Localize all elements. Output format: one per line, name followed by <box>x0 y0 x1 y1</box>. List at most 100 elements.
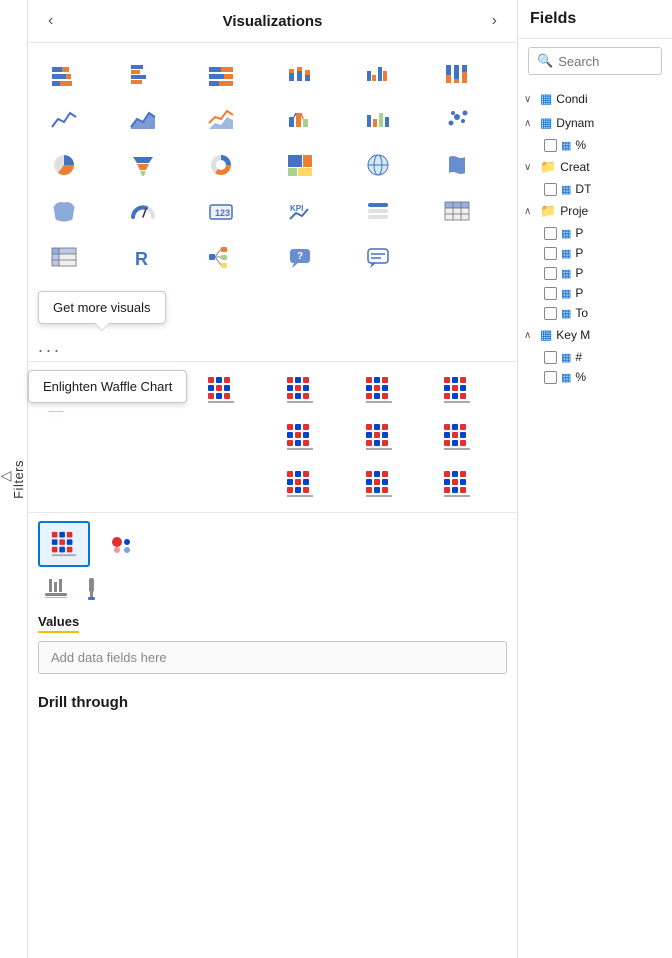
fields-header: Fields <box>518 0 672 39</box>
kpi-icon[interactable]: KPI <box>274 189 326 233</box>
filled-map-icon[interactable] <box>431 143 483 187</box>
folder-condi[interactable]: ∨ ▦ Condi <box>518 87 672 111</box>
paintbrush-icon[interactable] <box>78 575 106 606</box>
chevron-up-icon-keym: ∧ <box>524 330 536 341</box>
values-label-row: Values <box>38 612 507 637</box>
folder-icon-proje: 📁 <box>540 203 556 219</box>
folder-name-creat: Creat <box>560 160 589 174</box>
calc-icon-percent2: ▦ <box>561 371 571 384</box>
field-name-percent: % <box>575 138 586 152</box>
custom-visual-4[interactable] <box>274 368 326 412</box>
donut-icon[interactable] <box>195 143 247 187</box>
field-checkbox-dt[interactable] <box>544 183 557 196</box>
treemap-icon[interactable] <box>274 143 326 187</box>
field-checkbox-p1[interactable] <box>544 227 557 240</box>
calc-icon-p1: ▦ <box>561 227 571 240</box>
search-input[interactable] <box>558 54 653 69</box>
ribbon-chart-icon[interactable] <box>274 97 326 141</box>
table-icon[interactable] <box>431 189 483 233</box>
clustered-bar-icon[interactable] <box>117 51 169 95</box>
fields-search-box[interactable]: 🔍 <box>528 47 662 75</box>
filters-panel: ◁ Filters <box>0 0 28 958</box>
card-icon[interactable]: 123 <box>195 189 247 233</box>
viz-nav-right[interactable]: › <box>486 10 503 32</box>
folder-creat[interactable]: ∨ 📁 Creat <box>518 155 672 179</box>
ellipsis-row: ... <box>28 332 517 361</box>
field-checkbox-p3[interactable] <box>544 267 557 280</box>
enlighten-waffle-selected[interactable] <box>38 521 90 567</box>
custom-visual-12[interactable] <box>431 462 483 506</box>
field-percent2: ▦ % <box>518 367 672 387</box>
gauge-icon[interactable] <box>117 189 169 233</box>
field-checkbox-to[interactable] <box>544 307 557 320</box>
folder-name-keym: Key M <box>556 328 590 342</box>
table-icon-dynam: ▦ <box>540 115 552 131</box>
calc-icon-hash: ▦ <box>561 351 571 364</box>
decomp-tree-icon[interactable] <box>195 235 247 279</box>
field-p4: ▦ P <box>518 283 672 303</box>
table-icon-keym: ▦ <box>540 327 552 343</box>
stacked-column-icon[interactable] <box>274 51 326 95</box>
stacked-column-100-icon[interactable] <box>431 51 483 95</box>
clustered-column-icon[interactable] <box>352 51 404 95</box>
field-name-p3: P <box>575 266 583 280</box>
svg-text:R: R <box>135 249 148 269</box>
viz-title: Visualizations <box>223 13 323 30</box>
values-section: Values Add data fields here <box>28 513 517 682</box>
custom-visual-10[interactable] <box>274 462 326 506</box>
waterfall-icon[interactable] <box>352 97 404 141</box>
values-icons-row <box>38 521 507 567</box>
shape-map-icon[interactable] <box>38 189 90 233</box>
line-chart-icon[interactable] <box>38 97 90 141</box>
stacked-bar-100-icon[interactable] <box>195 51 247 95</box>
viz-nav-left[interactable]: ‹ <box>42 10 59 32</box>
custom-visual-5[interactable] <box>353 368 405 412</box>
field-checkbox-percent[interactable] <box>544 139 557 152</box>
calc-icon: ▦ <box>561 139 571 152</box>
line-stacked-icon[interactable] <box>195 97 247 141</box>
folder-keym[interactable]: ∧ ▦ Key M <box>518 323 672 347</box>
calc-icon-dt: ▦ <box>561 183 571 196</box>
area-chart-icon[interactable] <box>117 97 169 141</box>
field-checkbox-percent2[interactable] <box>544 371 557 384</box>
enlighten-waffle-tooltip: Enlighten Waffle Chart <box>28 370 187 403</box>
get-more-tooltip[interactable]: Get more visuals <box>38 291 166 324</box>
custom-visual-7[interactable] <box>274 415 326 459</box>
field-name-p2: P <box>575 246 583 260</box>
scatter-chart-icon[interactable] <box>431 97 483 141</box>
format-icon[interactable] <box>42 575 70 606</box>
custom-visual-11[interactable] <box>353 462 405 506</box>
map-icon[interactable] <box>352 143 404 187</box>
field-checkbox-hash[interactable] <box>544 351 557 364</box>
values-label: Values <box>38 614 79 633</box>
filters-label: Filters <box>11 460 26 499</box>
funnel-icon[interactable] <box>117 143 169 187</box>
matrix-icon[interactable] <box>38 235 90 279</box>
custom-visual-8[interactable] <box>353 415 405 459</box>
folder-name-dynam: Dynam <box>556 116 594 130</box>
svg-text:?: ? <box>297 251 303 262</box>
folder-proje[interactable]: ∧ 📁 Proje <box>518 199 672 223</box>
field-checkbox-p2[interactable] <box>544 247 557 260</box>
field-name-dt: DT <box>575 182 591 196</box>
custom-visual-3[interactable] <box>195 368 247 412</box>
field-checkbox-p4[interactable] <box>544 287 557 300</box>
field-percent: ▦ % <box>518 135 672 155</box>
circles-icon[interactable] <box>98 524 144 564</box>
folder-dynam[interactable]: ∧ ▦ Dynam <box>518 111 672 135</box>
chevron-up-icon: ∧ <box>524 118 536 129</box>
smart-narrative-icon[interactable] <box>352 235 404 279</box>
r-visual-icon[interactable]: R <box>117 235 169 279</box>
slicer-icon[interactable] <box>352 189 404 233</box>
qa-icon[interactable]: ? <box>274 235 326 279</box>
add-data-field[interactable]: Add data fields here <box>38 641 507 674</box>
stacked-bar-icon[interactable] <box>38 51 90 95</box>
filters-collapse-icon[interactable]: ◁ <box>1 467 12 484</box>
fields-tree: ∨ ▦ Condi ∧ ▦ Dynam ▦ % ∨ 📁 Creat ▦ DT <box>518 83 672 958</box>
field-p3: ▦ P <box>518 263 672 283</box>
field-p2: ▦ P <box>518 243 672 263</box>
pie-chart-icon[interactable] <box>38 143 90 187</box>
custom-visual-9[interactable] <box>431 415 483 459</box>
custom-visual-6[interactable] <box>431 368 483 412</box>
calc-icon-to: ▦ <box>561 307 571 320</box>
